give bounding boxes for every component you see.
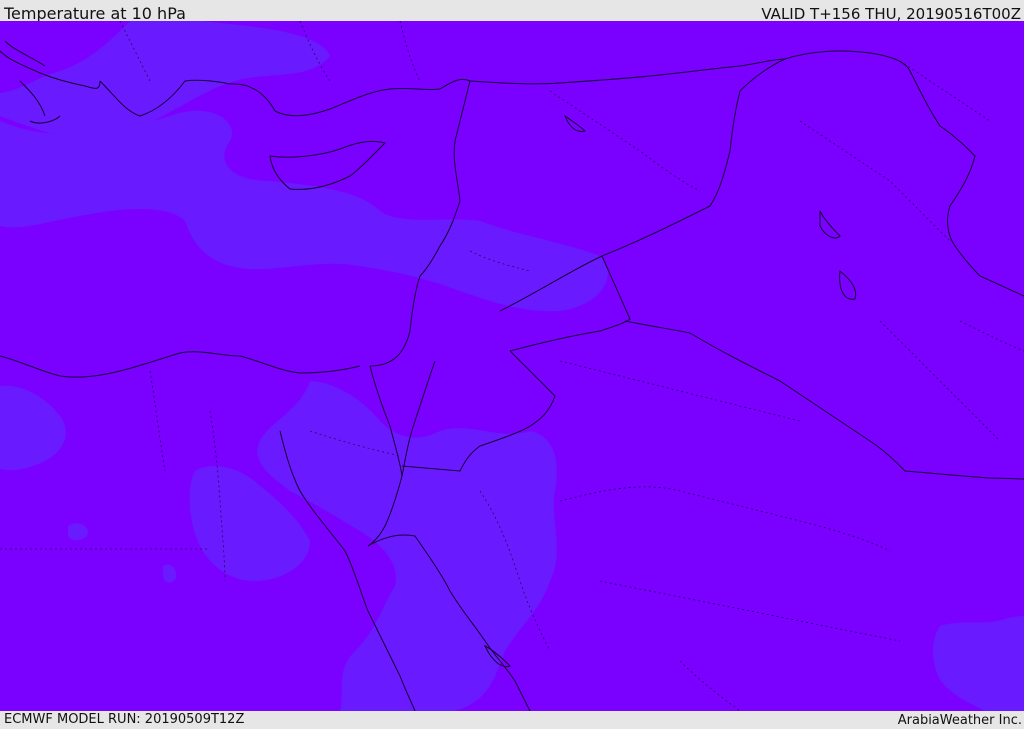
header-bar: Temperature at 10 hPa VALID T+156 THU, 2…	[0, 0, 1024, 23]
map-svg	[0, 21, 1024, 711]
map-canvas	[0, 21, 1024, 711]
credit-label: ArabiaWeather Inc.	[897, 713, 1022, 728]
map-figure: Temperature at 10 hPa VALID T+156 THU, 2…	[0, 0, 1024, 729]
model-run-label: ECMWF MODEL RUN: 20190509T12Z	[4, 712, 245, 727]
footer-bar: ECMWF MODEL RUN: 20190509T12Z ArabiaWeat…	[0, 711, 1024, 729]
